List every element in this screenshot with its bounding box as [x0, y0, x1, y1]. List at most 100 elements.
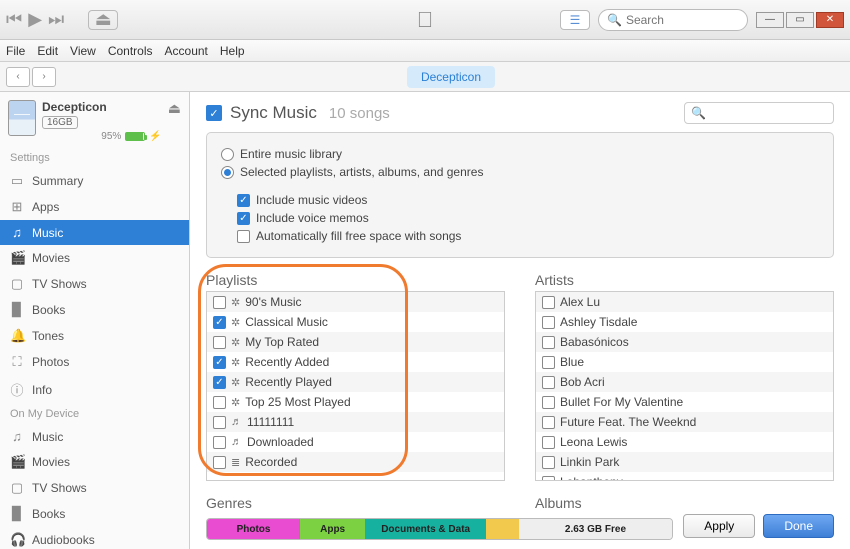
playlist-row[interactable]: ✓ ✲ Recently Played — [207, 372, 504, 392]
artist-row[interactable]: Bob Acri — [536, 372, 833, 392]
artist-row[interactable]: Future Feat. The Weeknd — [536, 412, 833, 432]
artist-checkbox[interactable] — [542, 476, 555, 482]
playlist-row[interactable]: ♬Downloaded — [207, 432, 504, 452]
artist-row[interactable]: Ashley Tisdale — [536, 312, 833, 332]
artist-checkbox[interactable] — [542, 296, 555, 309]
playlist-type-icon: ♬ — [231, 416, 242, 428]
playlist-row[interactable]: ✲90's Music — [207, 292, 504, 312]
playlist-type-icon: ✲ — [231, 376, 240, 389]
eject-button[interactable]: ⏏ — [168, 100, 181, 117]
playlist-row[interactable]: ✓✲Classical Music — [207, 312, 504, 332]
music-icon: ♫ — [10, 429, 24, 444]
chk-autofill[interactable] — [237, 230, 250, 243]
sidebar-item-books[interactable]: ▉Books — [0, 501, 189, 527]
playlist-checkbox[interactable] — [213, 456, 226, 469]
playlists-list[interactable]: ✲90's Music✓✲Classical Music✲My Top Rate… — [206, 291, 505, 481]
artist-row[interactable]: Alex Lu — [536, 292, 833, 312]
sidebar-item-music[interactable]: ♫Music — [0, 220, 189, 245]
prev-icon[interactable]: ⏮ — [6, 9, 22, 30]
sidebar-item-movies[interactable]: 🎬Movies — [0, 245, 189, 271]
playlist-row[interactable]: ♬11111111 — [207, 412, 504, 432]
done-button[interactable]: Done — [763, 514, 834, 538]
sidebar-item-info[interactable]: ⓘInfo — [0, 375, 189, 404]
sidebar-item-photos[interactable]: ⛶Photos — [0, 349, 189, 375]
playlist-row[interactable]: ✓✲Recently Added — [207, 352, 504, 372]
chk-include-memos[interactable]: ✓ — [237, 212, 250, 225]
tv-shows-icon: ▢ — [10, 276, 24, 292]
menu-edit[interactable]: Edit — [37, 44, 58, 58]
playlist-row[interactable]: ✲My Top Rated — [207, 332, 504, 352]
sidebar: Decepticon 16GB 95% ⚡ ⏏ Settings ▭Summar… — [0, 92, 190, 549]
airplay-icon[interactable]: ⏏ — [88, 10, 118, 30]
nav-row: ‹ › Decepticon — [0, 62, 850, 92]
playlist-checkbox[interactable] — [213, 436, 226, 449]
sidebar-item-audiobooks[interactable]: 🎧Audiobooks — [0, 527, 189, 549]
device-header: Decepticon 16GB 95% ⚡ ⏏ — [0, 92, 189, 148]
sidebar-item-movies[interactable]: 🎬Movies — [0, 449, 189, 475]
sidebar-item-label: TV Shows — [32, 481, 87, 495]
artist-row[interactable]: Lohanthony — [536, 472, 833, 481]
artist-checkbox[interactable] — [542, 376, 555, 389]
sidebar-item-label: Summary — [32, 174, 83, 188]
artist-checkbox[interactable] — [542, 356, 555, 369]
artist-row[interactable]: Leona Lewis — [536, 432, 833, 452]
global-search[interactable]: 🔍 — [598, 9, 748, 31]
playlist-checkbox[interactable]: ✓ — [213, 356, 226, 369]
menu-account[interactable]: Account — [165, 44, 208, 58]
sync-options-panel: Entire music library Selected playlists,… — [206, 132, 834, 258]
sidebar-item-summary[interactable]: ▭Summary — [0, 168, 189, 194]
maximize-button[interactable]: ▭ — [786, 12, 814, 28]
playlist-checkbox[interactable] — [213, 416, 226, 429]
playlist-checkbox[interactable] — [213, 396, 226, 409]
playlist-checkbox[interactable]: ✓ — [213, 376, 226, 389]
sidebar-item-tones[interactable]: 🔔Tones — [0, 323, 189, 349]
playlist-row[interactable]: ≣Recorded — [207, 452, 504, 472]
forward-button[interactable]: › — [32, 67, 56, 87]
artist-checkbox[interactable] — [542, 316, 555, 329]
sync-music-checkbox[interactable]: ✓ — [206, 105, 222, 121]
play-icon[interactable]: ▶ — [28, 9, 42, 30]
artist-row[interactable]: Babasónicos — [536, 332, 833, 352]
sidebar-item-label: Movies — [32, 251, 70, 265]
artist-checkbox[interactable] — [542, 396, 555, 409]
sidebar-item-apps[interactable]: ⊞Apps — [0, 194, 189, 220]
artist-checkbox[interactable] — [542, 416, 555, 429]
capacity-segment: Documents & Data — [365, 519, 486, 539]
back-button[interactable]: ‹ — [6, 67, 30, 87]
artist-checkbox[interactable] — [542, 456, 555, 469]
playlist-checkbox[interactable] — [213, 336, 226, 349]
sidebar-item-tv-shows[interactable]: ▢TV Shows — [0, 271, 189, 297]
sidebar-item-tv-shows[interactable]: ▢TV Shows — [0, 475, 189, 501]
battery-icon — [125, 132, 145, 141]
apply-button[interactable]: Apply — [683, 514, 755, 538]
minimize-button[interactable]: — — [756, 12, 784, 28]
list-view-button[interactable]: ☰ — [560, 10, 590, 30]
playlist-row[interactable]: ✲Top 25 Most Played — [207, 392, 504, 412]
artist-label: Babasónicos — [560, 335, 629, 349]
next-icon[interactable]: ⏭ — [48, 9, 64, 30]
playlist-checkbox[interactable] — [213, 296, 226, 309]
playlist-search[interactable]: 🔍 — [684, 102, 834, 124]
menu-view[interactable]: View — [70, 44, 96, 58]
menu-controls[interactable]: Controls — [108, 44, 153, 58]
artists-list[interactable]: Alex LuAshley Tisdale Babasónicos BlueBob … — [535, 291, 834, 481]
menu-help[interactable]: Help — [220, 44, 245, 58]
playlist-label: 90's Music — [245, 295, 301, 309]
artist-row[interactable]: Bullet For My Valentine — [536, 392, 833, 412]
radio-selected-items[interactable] — [221, 166, 234, 179]
artist-checkbox[interactable] — [542, 436, 555, 449]
playlist-checkbox[interactable]: ✓ — [213, 316, 226, 329]
location-pill[interactable]: Decepticon — [407, 66, 495, 88]
sidebar-item-music[interactable]: ♫Music — [0, 424, 189, 449]
radio-entire-library[interactable] — [221, 148, 234, 161]
artist-label: Linkin Park — [560, 455, 619, 469]
artist-row[interactable]: Blue — [536, 352, 833, 372]
menu-file[interactable]: File — [6, 44, 25, 58]
chk-include-videos[interactable]: ✓ — [237, 194, 250, 207]
playlist-label: Recently Played — [245, 375, 332, 389]
artist-checkbox[interactable] — [542, 336, 555, 349]
artist-row[interactable]: Linkin Park — [536, 452, 833, 472]
sidebar-item-books[interactable]: ▉Books — [0, 297, 189, 323]
capacity-segment: Apps — [300, 519, 365, 539]
close-button[interactable]: ✕ — [816, 12, 844, 28]
